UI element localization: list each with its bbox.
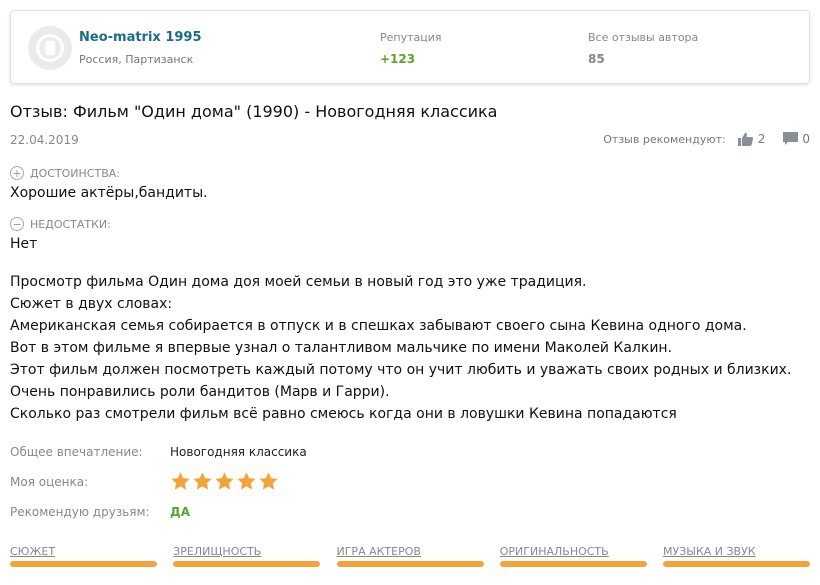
rating-stars <box>170 471 280 492</box>
review-paragraph: Американская семья собирается в отпуск и… <box>10 318 747 334</box>
likes-count: 2 <box>757 132 766 146</box>
recommend-bar: Отзыв рекомендуют: 2 0 <box>603 132 810 146</box>
impression-row: Общее впечатление: Новогодняя классика <box>10 445 307 459</box>
minus-circle-icon: − <box>10 217 24 231</box>
star-icon <box>193 472 212 490</box>
review-body: Просмотр фильма Один дома доя моей семьи… <box>10 271 810 425</box>
thumbs-up-icon <box>737 132 753 146</box>
reputation-label: Репутация <box>380 31 442 44</box>
like-button[interactable]: 2 <box>737 132 766 146</box>
star-icon <box>259 472 278 490</box>
review-paragraph: Просмотр фильма Один дома доя моей семьи… <box>10 274 587 290</box>
rating-label: Моя оценка: <box>10 474 89 489</box>
comments-count: 0 <box>802 132 810 146</box>
rating-originality: ОРИГИНАЛЬНОСТЬ <box>499 545 647 567</box>
star-icon <box>215 472 234 490</box>
rating-spectacle-bar <box>173 561 321 567</box>
impression-value: Новогодняя классика <box>170 445 307 459</box>
rating-row: Моя оценка: <box>10 471 280 492</box>
review-date: 22.04.2019 <box>10 133 79 147</box>
all-reviews-label: Все отзывы автора <box>588 31 699 44</box>
rating-plot: СЮЖЕТ <box>10 545 157 567</box>
rating-music-label[interactable]: МУЗЫКА И ЗВУК <box>663 545 810 558</box>
rating-spectacle-label[interactable]: ЗРЕЛИЩНОСТЬ <box>173 545 320 558</box>
recommend-friends-value: ДА <box>170 505 190 519</box>
pros-label: ДОСТОИНСТВА: <box>30 166 120 180</box>
author-name-link[interactable]: Neo-matrix 1995 <box>79 30 202 45</box>
rating-acting: ИГРА АКТЕРОВ <box>336 545 484 567</box>
review-paragraph: Сколько раз смотрели фильм всё равно сме… <box>10 406 677 422</box>
review-title: Отзыв: Фильм "Один дома" (1990) - Нового… <box>10 102 498 121</box>
recommend-friends-row: Рекомендую друзьям: ДА <box>10 505 190 519</box>
review-paragraph: Вот в этом фильме я впервые узнал о тала… <box>10 340 673 356</box>
recommend-label: Отзыв рекомендуют: <box>603 132 726 146</box>
rating-originality-bar <box>499 561 647 567</box>
plus-circle-icon: + <box>10 166 24 180</box>
comment-icon <box>783 132 799 145</box>
review-paragraph: Этот фильм должен посмотреть каждый пото… <box>10 362 792 400</box>
rating-music-bar <box>663 561 810 567</box>
rating-acting-bar <box>336 561 484 567</box>
avatar[interactable] <box>28 26 72 70</box>
rating-originality-label[interactable]: ОРИГИНАЛЬНОСТЬ <box>500 545 647 558</box>
rating-spectacle: ЗРЕЛИЩНОСТЬ <box>173 545 321 567</box>
category-ratings: СЮЖЕТ ЗРЕЛИЩНОСТЬ ИГРА АКТЕРОВ ОРИГИНАЛЬ… <box>10 545 810 567</box>
cons-label: НЕДОСТАТКИ: <box>30 217 111 231</box>
rating-music: МУЗЫКА И ЗВУК <box>663 545 810 567</box>
author-card: Neo-matrix 1995 Россия, Партизанск Репут… <box>10 10 810 84</box>
pros-heading: + ДОСТОИНСТВА: <box>10 166 120 180</box>
reputation-value: +123 <box>380 52 416 66</box>
all-reviews-count-link[interactable]: 85 <box>588 52 605 66</box>
pros-text: Хорошие актёры,бандиты. <box>10 185 208 201</box>
review-paragraph: Сюжет в двух словах: <box>10 296 173 312</box>
author-location: Россия, Партизанск <box>79 53 194 66</box>
rating-plot-bar <box>10 561 157 567</box>
comments-button[interactable]: 0 <box>783 132 810 146</box>
rating-plot-label[interactable]: СЮЖЕТ <box>10 545 157 558</box>
cons-text: Нет <box>10 236 38 252</box>
impression-label: Общее впечатление: <box>10 445 143 459</box>
star-icon <box>171 472 190 490</box>
rating-acting-label[interactable]: ИГРА АКТЕРОВ <box>337 545 484 558</box>
recommend-friends-label: Рекомендую друзьям: <box>10 505 150 519</box>
star-icon <box>237 472 256 490</box>
cons-heading: − НЕДОСТАТКИ: <box>10 217 111 231</box>
